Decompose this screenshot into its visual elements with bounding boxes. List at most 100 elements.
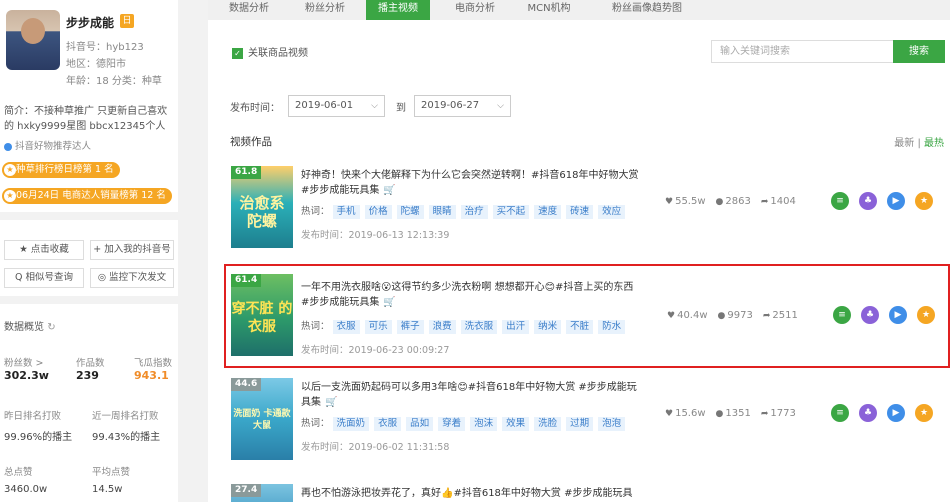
tab-fans-analysis[interactable]: 粉丝分析 [290, 0, 360, 20]
tag[interactable]: 洗面奶 [332, 417, 370, 431]
fans-icon[interactable]: ♣ [859, 192, 877, 210]
heart-icon: ♥ [665, 409, 674, 419]
tag[interactable]: 衣服 [374, 417, 402, 431]
tag[interactable]: 可乐 [364, 320, 392, 334]
fans-icon[interactable]: ♣ [859, 404, 877, 422]
video-thumbnail[interactable]: 61.4 穿不脏 的衣服 [231, 274, 293, 356]
comment-icon: ● [715, 197, 724, 207]
tag[interactable]: 防水 [598, 320, 626, 334]
video-thumbnail[interactable]: 27.4 [231, 484, 293, 502]
favorite-button[interactable]: ★ 点击收藏 [4, 240, 84, 260]
detail-icon[interactable]: ≡ [831, 404, 849, 422]
avg-likes-label: 平均点赞 [92, 467, 131, 478]
detail-icon[interactable]: ≡ [833, 306, 851, 324]
detail-icon[interactable]: ≡ [831, 192, 849, 210]
rank-badge-sales[interactable]: ★ 06月24日 电商达人销量榜第 12 名 [2, 188, 172, 204]
week-label: 近一周排名打败 [92, 411, 159, 422]
tag[interactable]: 品如 [406, 417, 434, 431]
video-thumbnail[interactable]: 44.6 洗面奶 卡通款大鼠 [231, 378, 293, 460]
fans-label[interactable]: 粉丝数 > [4, 355, 43, 369]
play-icon[interactable]: ▶ [889, 306, 907, 324]
sort-hottest[interactable]: 最热 [924, 138, 944, 149]
video-row[interactable]: 27.4 再也不怕游泳把妆弄花了，真好👍#抖音618年中好物大赏 #步步成能玩具… [227, 480, 945, 502]
works-label: 作品数 [76, 358, 105, 369]
tag[interactable]: 裤子 [396, 320, 424, 334]
related-goods-filter[interactable]: ✓ 关联商品视频 [232, 44, 308, 59]
cart-icon[interactable]: 🛒 [325, 397, 337, 408]
tag[interactable]: 效应 [598, 205, 626, 219]
tag[interactable]: 纳米 [534, 320, 562, 334]
tag[interactable]: 浪费 [428, 320, 456, 334]
add-account-button[interactable]: + 加入我的抖音号 [90, 240, 174, 260]
works-value: 239 [76, 369, 99, 382]
avatar [6, 10, 60, 70]
cart-icon[interactable]: 🛒 [383, 185, 395, 196]
date-to-select[interactable]: 2019-06-27 ⌵ [414, 95, 511, 117]
likes-label: 总点赞 [4, 467, 33, 478]
avg-likes-value: 14.5w [92, 484, 123, 495]
tag[interactable]: 泡泡 [598, 417, 626, 431]
video-title[interactable]: 一年不用洗衣服啥😮这得节约多少洗衣粉啊 想想都开心😊#抖音上买的东西 #步步成能… [301, 280, 641, 310]
publish-time: 发布时间：2019-06-02 11:31:58 [301, 442, 450, 453]
tag[interactable]: 砖速 [566, 205, 594, 219]
video-row[interactable]: 61.8 治愈系 陀螺 好神奇！快来个大佬解释下为什么它会突然逆转啊！#抖音61… [227, 160, 945, 270]
score-badge: 44.6 [231, 378, 262, 391]
tag[interactable]: 穿着 [438, 417, 466, 431]
date-from-select[interactable]: 2019-06-01 ⌵ [288, 95, 385, 117]
tag[interactable]: 手机 [332, 205, 360, 219]
comment-icon: ● [715, 409, 724, 419]
star-icon[interactable]: ★ [915, 192, 933, 210]
tag[interactable]: 治疗 [460, 205, 488, 219]
video-title[interactable]: 再也不怕游泳把妆弄花了，真好👍#抖音618年中好物大赏 #步步成能玩具集 [301, 486, 641, 502]
tag[interactable]: 速度 [534, 205, 562, 219]
trophy-icon: ★ [4, 190, 16, 202]
publish-time-label: 发布时间： [230, 103, 280, 114]
tag[interactable]: 过期 [566, 417, 594, 431]
fans-icon[interactable]: ♣ [861, 306, 879, 324]
tag[interactable]: 出汗 [502, 320, 530, 334]
tag[interactable]: 效果 [502, 417, 530, 431]
star-icon[interactable]: ★ [915, 404, 933, 422]
tab-ecommerce[interactable]: 电商分析 [442, 0, 508, 20]
video-row[interactable]: 44.6 洗面奶 卡通款大鼠 以后一支洗面奶起码可以多用3年啥😊#抖音618年中… [227, 372, 945, 482]
tag[interactable]: 洗脸 [534, 417, 562, 431]
search-input[interactable]: 输入关键词搜索 [711, 40, 897, 63]
tag[interactable]: 价格 [364, 205, 392, 219]
divider [0, 296, 178, 304]
tab-mcn[interactable]: MCN机构 [516, 0, 582, 20]
tab-fan-portrait[interactable]: 粉丝画像趋势图 [592, 0, 702, 20]
verified-label: 抖音好物推荐达人 [4, 138, 91, 152]
tag[interactable]: 买不起 [492, 205, 530, 219]
tag[interactable]: 眼睛 [428, 205, 456, 219]
comment-icon: ● [717, 311, 726, 321]
play-icon[interactable]: ▶ [887, 192, 905, 210]
cart-icon[interactable]: 🛒 [383, 297, 395, 308]
video-thumbnail[interactable]: 61.8 治愈系 陀螺 [231, 166, 293, 248]
tab-videos[interactable]: 播主视频 [366, 0, 430, 20]
profile-bio: 简介：不接种草推广 只更新自己喜欢的 hxky9999星图 bbcx12345个… [4, 106, 168, 132]
tag[interactable]: 陀螺 [396, 205, 424, 219]
rank-badge-daily[interactable]: ★ 种草排行榜日榜第 1 名 [2, 162, 120, 178]
heart-icon: ♥ [665, 197, 674, 207]
play-icon[interactable]: ▶ [887, 404, 905, 422]
tag[interactable]: 衣服 [332, 320, 360, 334]
star-icon[interactable]: ★ [917, 306, 935, 324]
tag[interactable]: 泡沫 [470, 417, 498, 431]
video-title[interactable]: 好神奇！快来个大佬解释下为什么它会突然逆转啊！#抖音618年中好物大赏 #步步成… [301, 168, 641, 198]
sort-latest[interactable]: 最新 [894, 138, 914, 149]
monitor-button[interactable]: ◎ 监控下次发文 [90, 268, 174, 288]
refresh-icon[interactable]: ↻ [47, 322, 55, 333]
search-button[interactable]: 搜索 [893, 40, 945, 63]
tag[interactable]: 不脏 [566, 320, 594, 334]
video-title[interactable]: 以后一支洗面奶起码可以多用3年啥😊#抖音618年中好物大赏 #步步成能玩具集 🛒 [301, 380, 641, 410]
video-row-highlighted[interactable]: 61.4 穿不脏 的衣服 一年不用洗衣服啥😮这得节约多少洗衣粉啊 想想都开心😊#… [224, 264, 950, 368]
similar-search-button[interactable]: Q 相似号查询 [4, 268, 84, 288]
check-icon[interactable]: ✓ [232, 47, 243, 59]
likes-value: 3460.0w [4, 484, 48, 495]
tab-data-analysis[interactable]: 数据分析 [214, 0, 284, 20]
fans-value: 302.3w [4, 369, 49, 382]
tag[interactable]: 洗衣服 [460, 320, 498, 334]
score-badge: 61.8 [231, 166, 262, 179]
video-stats: ♥ 55.5w ● 2863 ➦ 1404 [665, 196, 796, 207]
hot-words: 热词： 衣服 可乐 裤子 浪费 洗衣服 出汗 纳米 不脏 防水 [301, 318, 661, 334]
